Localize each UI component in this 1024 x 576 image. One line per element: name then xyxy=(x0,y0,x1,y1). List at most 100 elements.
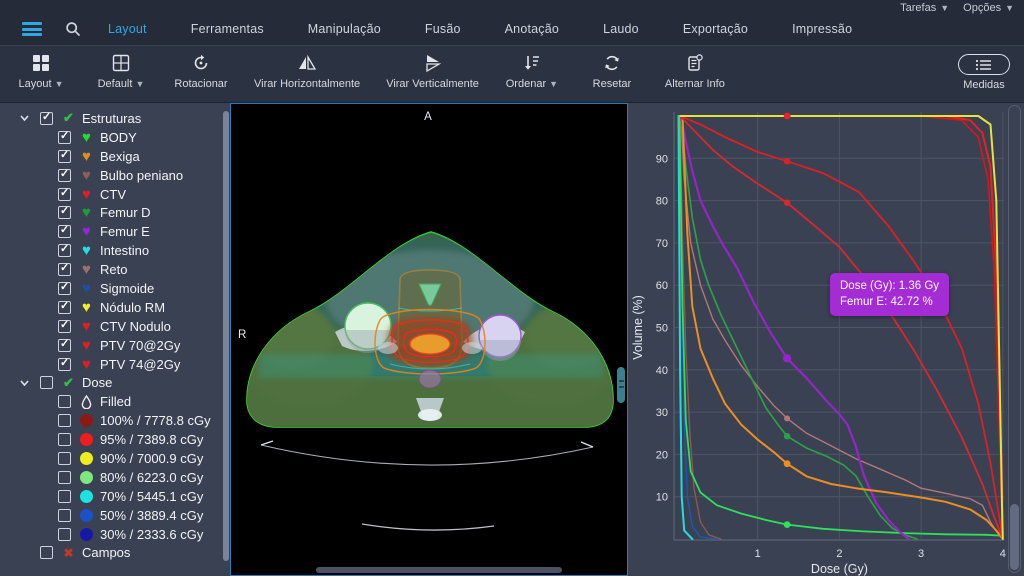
dvh-tooltip: Dose (Gy): 1.36 Gy Femur E: 42.72 % xyxy=(830,273,949,316)
tree-item-label[interactable]: 90% / 7000.9 cGy xyxy=(100,451,203,466)
tree-item-label[interactable]: Filled xyxy=(100,394,131,409)
list-icon[interactable] xyxy=(958,54,1010,75)
medidas-button[interactable]: Medidas xyxy=(958,54,1010,91)
hover-marker-femur-e xyxy=(783,354,791,362)
isodose-circle-icon xyxy=(80,433,93,446)
toolbar-resetar[interactable]: Resetar xyxy=(585,53,639,90)
isodose-circle-icon xyxy=(80,471,93,484)
structure-tree-panel: ✔Estruturas♥BODY♥Bexiga♥Bulbo peniano♥CT… xyxy=(0,103,230,576)
topmenu-opções[interactable]: Opções ▼ xyxy=(963,2,1014,14)
tree-item-label[interactable]: 70% / 5445.1 cGy xyxy=(100,489,203,504)
visibility-checkbox[interactable] xyxy=(58,358,71,371)
toolbar-virar-horizontalmente[interactable]: Virar Horizontalmente xyxy=(254,53,360,90)
tree-item-label[interactable]: 80% / 6223.0 cGy xyxy=(100,470,203,485)
visibility-checkbox[interactable] xyxy=(58,282,71,295)
menu-item-manipulação[interactable]: Manipulação xyxy=(308,22,381,36)
tree-item-label[interactable]: Estruturas xyxy=(82,111,141,126)
expander-chevron-icon[interactable] xyxy=(18,115,30,121)
pane-splitter-grip[interactable] xyxy=(617,367,625,403)
visibility-checkbox[interactable] xyxy=(58,206,71,219)
chart-scrollbar-handle[interactable] xyxy=(1010,504,1019,570)
structure-heart-icon: ♥ xyxy=(82,263,91,276)
topmenu-tarefas[interactable]: Tarefas ▼ xyxy=(900,2,949,14)
structure-heart-icon: ♥ xyxy=(82,358,91,371)
isodose-circle-icon xyxy=(80,452,93,465)
toolbar-virar-verticalmente[interactable]: Virar Verticalmente xyxy=(386,53,479,90)
visibility-checkbox[interactable] xyxy=(58,244,71,257)
tree-item-label[interactable]: Campos xyxy=(82,545,130,560)
toolbar-layout[interactable]: Layout ▼ xyxy=(14,53,68,90)
visibility-checkbox[interactable] xyxy=(40,376,53,389)
tree-item-label[interactable]: Femur D xyxy=(100,205,151,220)
visibility-checkbox[interactable] xyxy=(58,225,71,238)
viewport-horizontal-scrollbar[interactable] xyxy=(316,567,562,573)
visibility-checkbox[interactable] xyxy=(58,414,71,427)
toolbar-rotacionar[interactable]: Rotacionar xyxy=(174,53,228,90)
visibility-checkbox[interactable] xyxy=(40,112,53,125)
visibility-checkbox[interactable] xyxy=(58,131,71,144)
visibility-checkbox[interactable] xyxy=(58,339,71,352)
chevron-down-icon: ▼ xyxy=(55,79,64,89)
tree-item-label[interactable]: Bulbo peniano xyxy=(100,168,183,183)
tree-item-label[interactable]: 30% / 2333.6 cGy xyxy=(100,527,203,542)
structure-heart-icon: ♥ xyxy=(82,206,91,219)
tree-item-label[interactable]: Intestino xyxy=(100,243,149,258)
visibility-checkbox[interactable] xyxy=(58,471,71,484)
menu-item-fusão[interactable]: Fusão xyxy=(425,22,461,36)
tree-item-label[interactable]: Dose xyxy=(82,375,112,390)
structure-tree: ✔Estruturas♥BODY♥Bexiga♥Bulbo peniano♥CT… xyxy=(0,109,222,562)
tree-item-label[interactable]: Nódulo RM xyxy=(100,300,165,315)
dvh-chart[interactable]: 1020304050607080901234Dose (Gy)Volume (%… xyxy=(628,103,1024,576)
tree-item-label[interactable]: Femur E xyxy=(100,224,150,239)
tree-item-label[interactable]: Sigmoide xyxy=(100,281,154,296)
visibility-checkbox[interactable] xyxy=(58,528,71,541)
visibility-checkbox[interactable] xyxy=(58,452,71,465)
chevron-down-icon: ▼ xyxy=(549,79,558,89)
toolbar-ordenar[interactable]: Ordenar ▼ xyxy=(505,53,559,90)
visibility-checkbox[interactable] xyxy=(58,301,71,314)
menu-item-ferramentas[interactable]: Ferramentas xyxy=(191,22,264,36)
tree-item-label[interactable]: CTV Nodulo xyxy=(100,319,171,334)
visibility-checkbox[interactable] xyxy=(58,509,71,522)
sidebar-vertical-scrollbar[interactable] xyxy=(223,111,229,561)
tree-item-label[interactable]: 100% / 7778.8 cGy xyxy=(100,413,211,428)
dvh-panel: 1020304050607080901234Dose (Gy)Volume (%… xyxy=(628,103,1024,576)
fields-x-icon: ✖ xyxy=(63,546,73,560)
expander-chevron-icon[interactable] xyxy=(18,380,30,386)
tree-item-label[interactable]: CTV xyxy=(100,187,126,202)
visibility-checkbox[interactable] xyxy=(58,395,71,408)
visibility-checkbox[interactable] xyxy=(58,320,71,333)
tree-item-femur-d: ♥ Femur D xyxy=(0,203,222,222)
visibility-checkbox[interactable] xyxy=(58,433,71,446)
visibility-checkbox[interactable] xyxy=(58,150,71,163)
chart-vertical-scrollbar[interactable] xyxy=(1008,105,1021,573)
menu-item-exportação[interactable]: Exportação xyxy=(683,22,748,36)
chevron-down-icon: ▼ xyxy=(136,79,145,89)
tree-item-label[interactable]: Bexiga xyxy=(100,149,140,164)
tree-item-label[interactable]: BODY xyxy=(100,130,137,145)
tree-item-label[interactable]: 50% / 3889.4 cGy xyxy=(100,508,203,523)
tree-item-label[interactable]: PTV 70@2Gy xyxy=(100,338,180,353)
hamburger-menu-icon[interactable] xyxy=(22,22,42,36)
visibility-checkbox[interactable] xyxy=(58,490,71,503)
visibility-checkbox[interactable] xyxy=(58,188,71,201)
svg-text:90: 90 xyxy=(656,153,668,165)
tree-item-label[interactable]: PTV 74@2Gy xyxy=(100,357,180,372)
visibility-checkbox[interactable] xyxy=(58,263,71,276)
structure-heart-icon: ♥ xyxy=(82,188,91,201)
visibility-checkbox[interactable] xyxy=(58,169,71,182)
search-icon[interactable] xyxy=(62,18,84,40)
tree-item-label[interactable]: 95% / 7389.8 cGy xyxy=(100,432,203,447)
toolbar-alternar-info[interactable]: Alternar Info xyxy=(665,53,725,90)
menu-item-laudo[interactable]: Laudo xyxy=(603,22,639,36)
tree-item-filled: Filled xyxy=(0,392,222,411)
tree-item-label[interactable]: Reto xyxy=(100,262,127,277)
toolbar-default[interactable]: Default ▼ xyxy=(94,53,148,90)
ct-viewport[interactable]: A R xyxy=(230,103,628,576)
menu-item-anotação[interactable]: Anotação xyxy=(505,22,559,36)
visibility-checkbox[interactable] xyxy=(40,546,53,559)
tree-item-campos: ✖ Campos xyxy=(0,543,222,562)
menu-item-layout[interactable]: Layout xyxy=(108,22,147,36)
tree-item-intestino: ♥Intestino xyxy=(0,241,222,260)
menu-item-impressão[interactable]: Impressão xyxy=(792,22,852,36)
